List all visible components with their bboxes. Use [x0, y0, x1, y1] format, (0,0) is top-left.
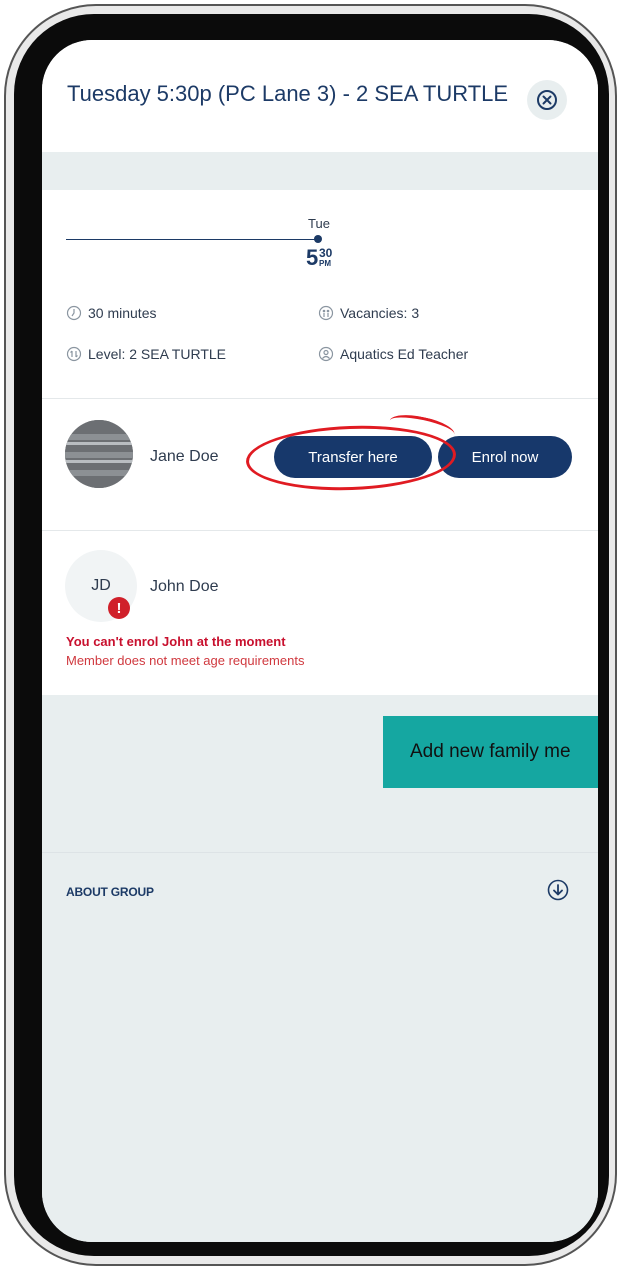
vacancies-info: Vacancies: 3	[318, 305, 419, 321]
avatar	[65, 420, 133, 488]
level-info: Level: 2 SEA TURTLE	[66, 346, 226, 362]
screen: Tuesday 5:30p (PC Lane 3) - 2 SEA TURTLE…	[42, 40, 598, 1242]
duration-info: 30 minutes	[66, 305, 156, 321]
teacher-info: Aquatics Ed Teacher	[318, 346, 468, 362]
add-family-member-label: Add new family me	[410, 741, 571, 762]
timeline-time: 5 30 PM	[306, 245, 332, 271]
add-family-member-button[interactable]: Add new family me	[383, 716, 598, 788]
enrol-error-message: Member does not meet age requirements	[66, 653, 305, 668]
divider	[42, 530, 598, 531]
level-text: Level: 2 SEA TURTLE	[88, 346, 226, 362]
about-group-label: ABOUT GROUP	[66, 885, 154, 899]
close-button[interactable]	[527, 80, 567, 120]
duration-text: 30 minutes	[88, 305, 157, 321]
clock-icon	[66, 305, 82, 321]
member-name-jane: Jane Doe	[150, 448, 219, 465]
timeline-day: Tue	[308, 216, 330, 231]
time-hour: 5	[306, 245, 319, 270]
timeline-marker	[314, 235, 322, 243]
people-icon	[318, 305, 334, 321]
teacher-text: Aquatics Ed Teacher	[340, 346, 469, 362]
class-timeline: Tue 5 30 PM	[42, 190, 598, 400]
alert-icon: !	[108, 597, 130, 619]
member-name-john: John Doe	[150, 578, 219, 595]
time-ampm: PM	[319, 259, 331, 268]
vacancies-text: Vacancies: 3	[340, 305, 420, 321]
page-title: Tuesday 5:30p (PC Lane 3) - 2 SEA TURTLE	[67, 81, 509, 106]
time-minutes: 30	[319, 246, 333, 260]
arrow-down-circle-icon[interactable]	[547, 879, 569, 901]
timeline-line	[66, 239, 318, 240]
divider	[42, 852, 598, 853]
avatar-photo-image	[65, 420, 133, 488]
header-band	[42, 152, 598, 190]
enrol-error-title: You can't enrol John at the moment	[66, 634, 286, 649]
enrol-now-button[interactable]: Enrol now	[438, 436, 572, 478]
close-circle-icon	[537, 90, 557, 110]
divider	[42, 398, 598, 399]
modal-header: Tuesday 5:30p (PC Lane 3) - 2 SEA TURTLE	[42, 40, 598, 152]
teacher-icon	[318, 346, 334, 362]
level-icon	[66, 346, 82, 362]
